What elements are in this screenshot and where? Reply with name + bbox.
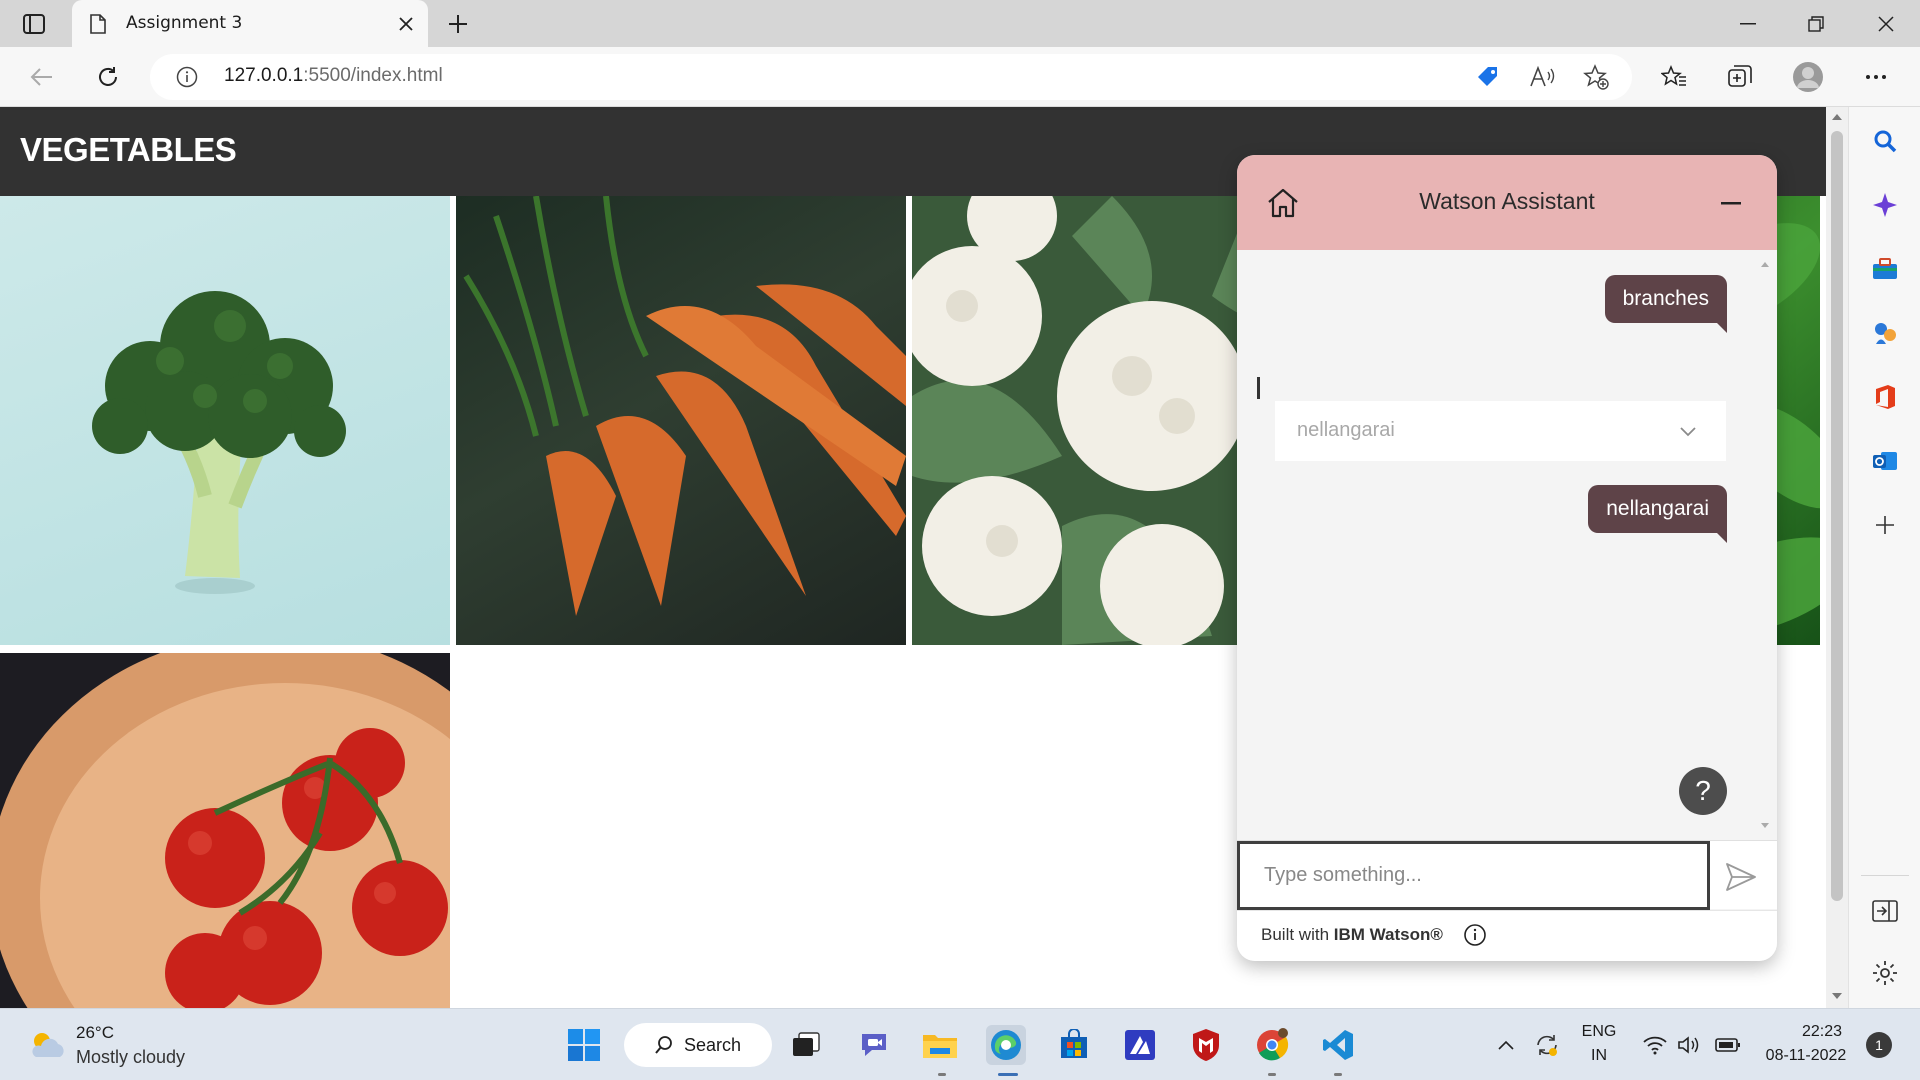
dropdown-value: nellangarai bbox=[1297, 419, 1395, 441]
assistant-header: Watson Assistant bbox=[1237, 155, 1777, 250]
active-indicator bbox=[998, 1073, 1018, 1076]
assistant-input-row: Type something... bbox=[1237, 840, 1777, 910]
send-icon[interactable] bbox=[1723, 859, 1759, 895]
clock-time[interactable]: 22:23 bbox=[1790, 1023, 1854, 1041]
search-label: Search bbox=[684, 1035, 742, 1055]
start-windows-icon[interactable] bbox=[564, 1025, 604, 1065]
search-icon bbox=[654, 1035, 674, 1055]
minimize-window-icon[interactable] bbox=[1728, 10, 1768, 38]
broccoli-image bbox=[0, 196, 450, 645]
info-icon[interactable] bbox=[1463, 923, 1487, 947]
settings-gear-icon[interactable] bbox=[1871, 959, 1899, 987]
temperature[interactable]: 26°C bbox=[76, 1023, 114, 1043]
favorites-icon[interactable] bbox=[1658, 61, 1690, 93]
running-indicator bbox=[1268, 1073, 1276, 1076]
office-icon[interactable] bbox=[1871, 383, 1899, 411]
browser-tab-active[interactable]: Assignment 3 bbox=[72, 0, 428, 47]
built-with-prefix: Built with bbox=[1261, 925, 1334, 944]
language-code[interactable]: ENG bbox=[1578, 1023, 1620, 1041]
add-icon[interactable] bbox=[1871, 511, 1899, 539]
collections-icon[interactable] bbox=[1724, 61, 1756, 93]
scrollbar-thumb[interactable] bbox=[1831, 131, 1843, 901]
games-icon[interactable] bbox=[1871, 319, 1899, 347]
tomatoes-image bbox=[0, 653, 450, 1008]
battery-icon[interactable] bbox=[1712, 1025, 1744, 1065]
weather-condition[interactable]: Mostly cloudy bbox=[76, 1047, 185, 1068]
file-explorer-icon[interactable] bbox=[920, 1025, 960, 1065]
built-with-text: Built with IBM Watson® bbox=[1261, 925, 1443, 945]
assistant-scrollbar[interactable] bbox=[1758, 255, 1772, 835]
hide-sidebar-icon[interactable] bbox=[1871, 897, 1899, 925]
site-info-icon[interactable] bbox=[176, 66, 198, 88]
shopping-tag-icon[interactable] bbox=[1474, 63, 1502, 91]
url-text[interactable]: 127.0.0.1:5500/index.html bbox=[224, 65, 443, 87]
refresh-icon[interactable] bbox=[92, 61, 124, 93]
read-aloud-icon[interactable] bbox=[1528, 63, 1556, 91]
help-button[interactable]: ? bbox=[1679, 767, 1727, 815]
vscode-icon[interactable] bbox=[1318, 1025, 1358, 1065]
edge-browser-icon[interactable] bbox=[986, 1025, 1026, 1065]
page-title: VEGETABLES bbox=[20, 131, 237, 168]
sparkle-icon[interactable] bbox=[1871, 191, 1899, 219]
assistant-footer: Built with IBM Watson® bbox=[1237, 910, 1777, 961]
restore-window-icon[interactable] bbox=[1796, 10, 1836, 38]
chevron-down-icon bbox=[1678, 421, 1698, 441]
outlook-icon[interactable] bbox=[1871, 447, 1899, 475]
add-favorite-icon[interactable] bbox=[1582, 63, 1610, 91]
tab-title: Assignment 3 bbox=[126, 13, 243, 33]
chrome-icon[interactable] bbox=[1252, 1025, 1292, 1065]
minimize-assistant-icon[interactable] bbox=[1713, 185, 1749, 221]
weather-cloud-icon[interactable] bbox=[28, 1029, 68, 1061]
profile-avatar[interactable] bbox=[1792, 61, 1824, 93]
tab-strip: Assignment 3 bbox=[0, 0, 1920, 47]
language-region[interactable]: IN bbox=[1578, 1047, 1620, 1065]
user-message: nellangarai bbox=[1588, 485, 1727, 543]
tab-actions-icon[interactable] bbox=[16, 10, 52, 38]
page-scrollbar[interactable] bbox=[1826, 107, 1848, 1008]
clock-date[interactable]: 08-11-2022 bbox=[1758, 1047, 1854, 1065]
carrots-image bbox=[456, 196, 906, 645]
tools-icon[interactable] bbox=[1871, 255, 1899, 283]
notification-badge[interactable]: 1 bbox=[1866, 1032, 1892, 1058]
wifi-icon[interactable] bbox=[1640, 1025, 1670, 1065]
sync-icon[interactable] bbox=[1530, 1025, 1564, 1065]
url-path: :5500/index.html bbox=[303, 65, 443, 86]
browser-toolbar: 127.0.0.1:5500/index.html bbox=[0, 47, 1920, 107]
user-message: branches bbox=[1604, 275, 1728, 333]
vpn-app-icon[interactable] bbox=[1120, 1025, 1160, 1065]
task-view-icon[interactable] bbox=[786, 1025, 826, 1065]
volume-icon[interactable] bbox=[1674, 1025, 1704, 1065]
browser-sidebar bbox=[1848, 107, 1920, 1008]
new-tab-icon[interactable] bbox=[444, 10, 472, 38]
microsoft-store-icon[interactable] bbox=[1054, 1025, 1094, 1065]
close-window-icon[interactable] bbox=[1866, 10, 1906, 38]
mcafee-shield-icon[interactable] bbox=[1186, 1025, 1226, 1065]
more-options-icon[interactable] bbox=[1860, 61, 1892, 93]
taskbar-search[interactable]: Search bbox=[624, 1023, 772, 1067]
back-icon[interactable] bbox=[26, 61, 58, 93]
message-marker bbox=[1257, 377, 1260, 399]
teams-chat-icon[interactable] bbox=[854, 1025, 894, 1065]
message-input[interactable]: Type something... bbox=[1237, 841, 1710, 910]
ibm-watson-brand: IBM Watson® bbox=[1333, 925, 1443, 944]
watson-assistant-panel: Watson Assistant branches nellangarai ne… bbox=[1237, 155, 1777, 961]
windows-taskbar: 26°C Mostly cloudy Search ENG IN 22:23 0… bbox=[0, 1008, 1920, 1080]
search-icon[interactable] bbox=[1871, 127, 1899, 155]
address-bar[interactable]: 127.0.0.1:5500/index.html bbox=[150, 54, 1632, 100]
assistant-title: Watson Assistant bbox=[1419, 188, 1595, 214]
sidebar-divider bbox=[1861, 875, 1909, 876]
show-hidden-icons-chevron-icon[interactable] bbox=[1492, 1025, 1520, 1065]
running-indicator bbox=[1334, 1073, 1342, 1076]
page-icon bbox=[90, 14, 106, 34]
running-indicator bbox=[938, 1073, 946, 1076]
url-host: 127.0.0.1 bbox=[224, 65, 304, 86]
option-dropdown[interactable]: nellangarai bbox=[1275, 401, 1726, 461]
close-tab-icon[interactable] bbox=[394, 12, 418, 36]
